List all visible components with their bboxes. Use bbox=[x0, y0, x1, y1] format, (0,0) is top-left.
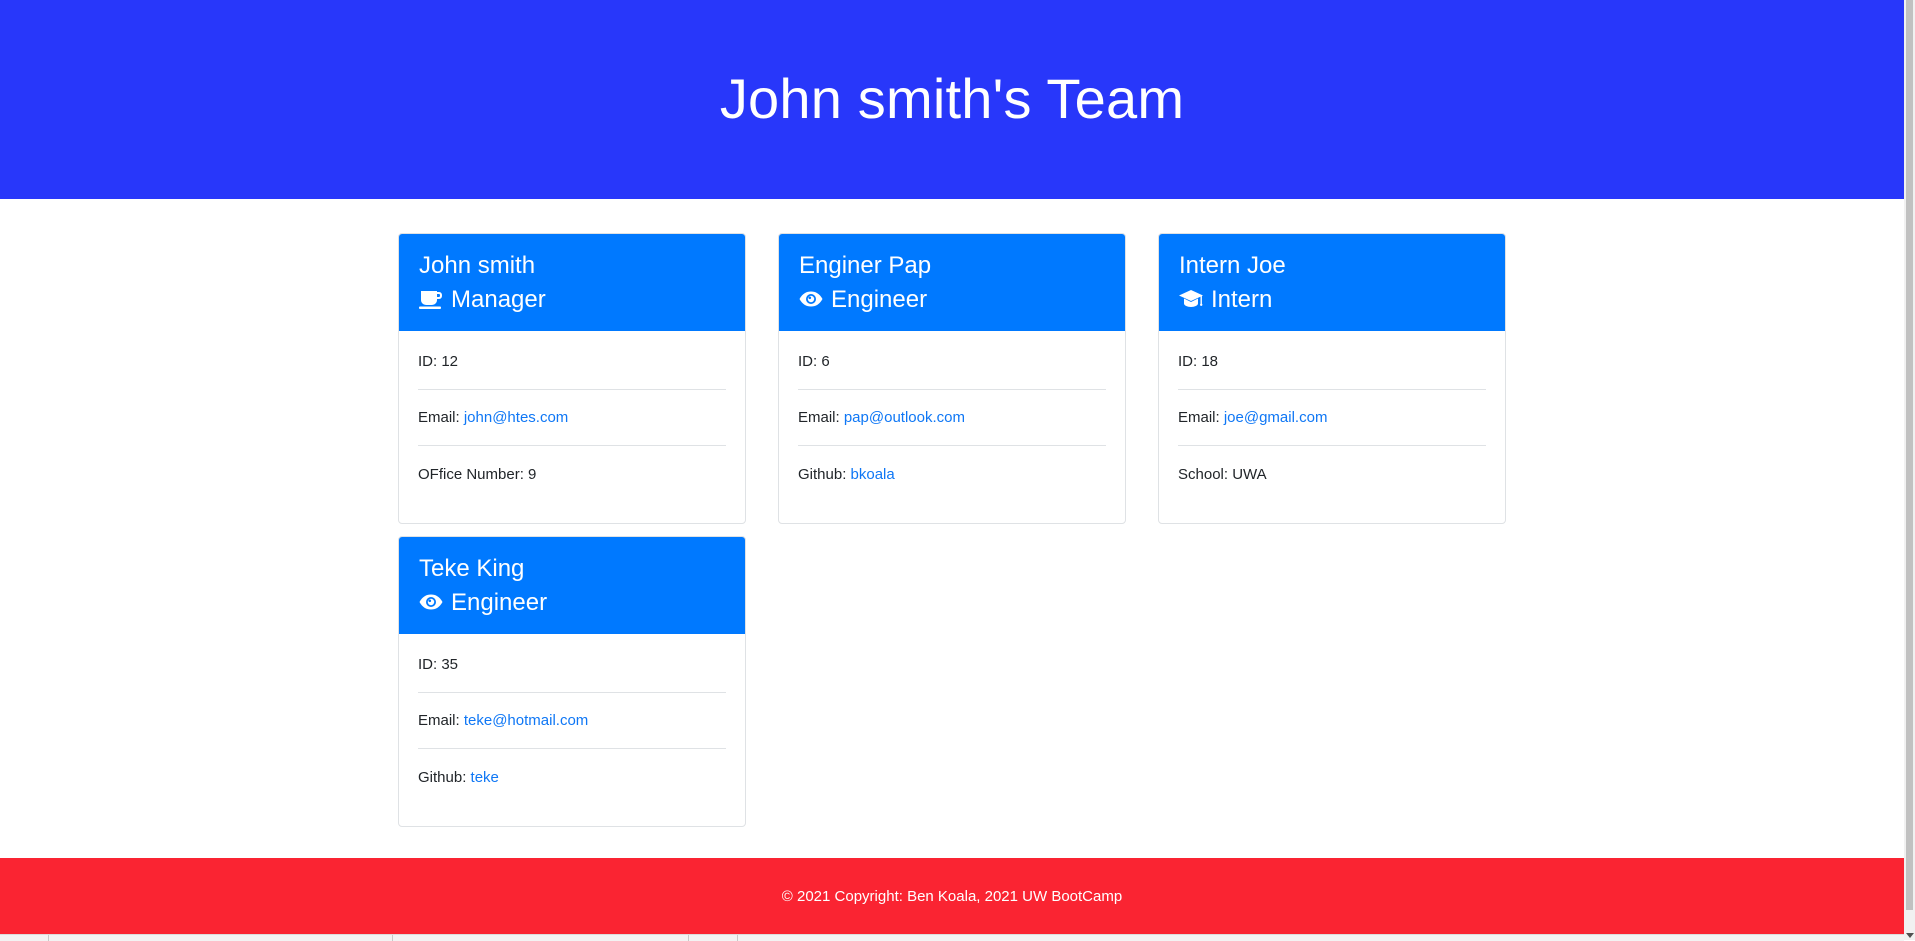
email-label: Email: bbox=[1178, 409, 1224, 426]
card-body: ID: 6 Email: pap@outlook.com Github: bko… bbox=[779, 334, 1125, 502]
employee-card-intern: Intern Joe Intern ID: 18 Email: joe@gmai… bbox=[1158, 233, 1506, 524]
employee-email-row: Email: pap@outlook.com bbox=[798, 390, 1106, 446]
email-link[interactable]: john@htes.com bbox=[464, 409, 568, 426]
card-header: Teke King Engineer bbox=[399, 537, 745, 634]
card-header: John smith Manager bbox=[399, 234, 745, 331]
graduation-cap-icon bbox=[1179, 287, 1203, 311]
employee-email-row: Email: teke@hotmail.com bbox=[418, 693, 726, 749]
employee-name: Intern Joe bbox=[1179, 252, 1286, 279]
card-header: Enginer Pap Engineer bbox=[779, 234, 1125, 331]
employee-id-row: ID: 12 bbox=[418, 334, 726, 390]
email-label: Email: bbox=[418, 712, 464, 729]
id-label: ID: bbox=[418, 353, 442, 370]
employee-id-row: ID: 6 bbox=[798, 334, 1106, 390]
email-link[interactable]: joe@gmail.com bbox=[1224, 409, 1328, 426]
github-row: Github: teke bbox=[418, 749, 726, 805]
github-label: Github: bbox=[418, 768, 471, 786]
strip-divider bbox=[48, 935, 49, 941]
coffee-mug-icon bbox=[419, 287, 443, 311]
id-value: 35 bbox=[441, 656, 459, 673]
office-number-row: OFfice Number: 9 bbox=[418, 446, 726, 502]
copyright-text: © 2021 Copyright: Ben Koala, 2021 UW Boo… bbox=[781, 887, 1123, 905]
team-header: John smith's Team bbox=[0, 0, 1904, 199]
employee-role: Intern bbox=[1179, 285, 1505, 315]
employee-name: Enginer Pap bbox=[799, 252, 932, 279]
email-link[interactable]: teke@hotmail.com bbox=[464, 712, 588, 729]
office-number-value: 9 bbox=[528, 465, 537, 483]
page-title: John smith's Team bbox=[719, 67, 1185, 130]
employee-role-label: Intern bbox=[1211, 286, 1273, 313]
page-footer: © 2021 Copyright: Ben Koala, 2021 UW Boo… bbox=[0, 858, 1904, 934]
employee-role: Engineer bbox=[799, 285, 1125, 315]
card-header: Intern Joe Intern bbox=[1159, 234, 1505, 331]
strip-divider bbox=[688, 935, 689, 941]
email-label: Email: bbox=[418, 409, 464, 426]
employee-email-row: Email: joe@gmail.com bbox=[1178, 390, 1486, 446]
id-value: 6 bbox=[821, 353, 830, 370]
scrollbar-thumb[interactable] bbox=[1906, 0, 1913, 910]
employee-role-label: Manager bbox=[451, 286, 546, 313]
github-link[interactable]: teke bbox=[471, 769, 499, 786]
email-link[interactable]: pap@outlook.com bbox=[844, 409, 965, 426]
github-label: Github: bbox=[798, 465, 851, 483]
employee-role-label: Engineer bbox=[831, 286, 928, 313]
id-label: ID: bbox=[798, 353, 822, 370]
employee-role: Engineer bbox=[419, 588, 745, 618]
employee-role-label: Engineer bbox=[451, 589, 548, 616]
employee-card-manager: John smith Manager ID: 12 Email: john@ht… bbox=[398, 233, 746, 524]
github-row: Github: bkoala bbox=[798, 446, 1106, 502]
strip-divider bbox=[737, 935, 738, 941]
employee-id-row: ID: 18 bbox=[1178, 334, 1486, 390]
scroll-down-arrow-icon[interactable] bbox=[1906, 933, 1914, 938]
page: John smith's Team John smith Manager ID:… bbox=[0, 0, 1904, 941]
eye-icon bbox=[419, 590, 443, 614]
employee-email-row: Email: john@htes.com bbox=[418, 390, 726, 446]
card-body: ID: 35 Email: teke@hotmail.com Github: t… bbox=[399, 637, 745, 805]
id-label: ID: bbox=[1178, 353, 1202, 370]
id-label: ID: bbox=[418, 656, 442, 673]
office-number-label: OFfice Number: bbox=[418, 465, 529, 483]
employee-card-engineer: Enginer Pap Engineer ID: 6 Email: pap@ou… bbox=[778, 233, 1126, 524]
id-value: 12 bbox=[441, 353, 459, 370]
strip-divider bbox=[392, 935, 393, 941]
employee-name: John smith bbox=[419, 252, 536, 279]
card-body: ID: 12 Email: john@htes.com OFfice Numbe… bbox=[399, 334, 745, 502]
id-value: 18 bbox=[1201, 353, 1219, 370]
employee-card-engineer: Teke King Engineer ID: 35 Email: teke@ho… bbox=[398, 536, 746, 827]
eye-icon bbox=[799, 287, 823, 311]
employee-role: Manager bbox=[419, 285, 745, 315]
card-body: ID: 18 Email: joe@gmail.com School: UWA bbox=[1159, 334, 1505, 502]
school-row: School: UWA bbox=[1178, 446, 1486, 502]
school-value: UWA bbox=[1232, 465, 1267, 483]
github-link[interactable]: bkoala bbox=[851, 466, 895, 483]
email-label: Email: bbox=[798, 409, 844, 426]
employee-id-row: ID: 35 bbox=[418, 637, 726, 693]
vertical-scrollbar[interactable] bbox=[1904, 0, 1915, 940]
employee-name: Teke King bbox=[419, 555, 525, 582]
school-label: School: bbox=[1178, 465, 1233, 483]
